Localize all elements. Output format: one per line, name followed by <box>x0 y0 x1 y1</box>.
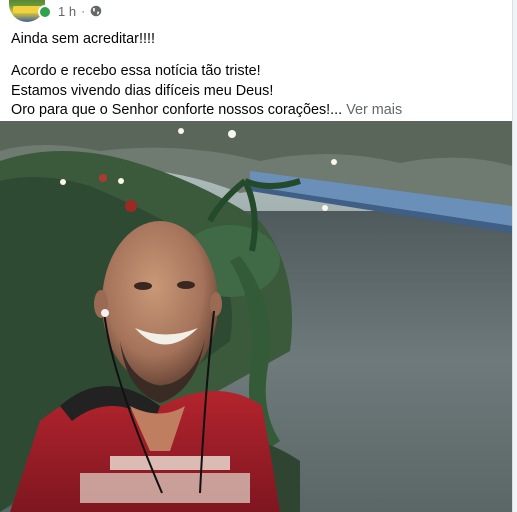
see-more-link[interactable]: Ver mais <box>346 102 402 118</box>
post-card: 1 h · Ainda sem acreditar!!!! Acordo e r… <box>0 0 512 512</box>
meta-separator: · <box>81 4 86 18</box>
post-text: Ainda sem acreditar!!!! Acordo e recebo … <box>11 30 501 121</box>
post-photo[interactable] <box>0 121 512 512</box>
avatar-band <box>13 6 41 13</box>
selfie-image <box>0 121 512 512</box>
post-line-1: Ainda sem acreditar!!!! <box>11 31 155 47</box>
online-status-icon <box>38 5 52 19</box>
feed-background <box>513 0 517 512</box>
post-timestamp[interactable]: 1 h <box>58 4 76 19</box>
profile-avatar[interactable] <box>9 0 52 24</box>
post-line-3: Estamos vivendo dias difíceis meu Deus! <box>11 82 274 99</box>
globe-icon[interactable] <box>90 5 102 17</box>
post-line-4-text: Oro para que o Senhor conforte nossos co… <box>11 102 343 119</box>
post-line-4: Oro para que o Senhor conforte nossos co… <box>11 101 501 120</box>
post-meta: 1 h · <box>58 3 102 19</box>
post-line-2: Acordo e recebo essa notícia tão triste! <box>11 63 261 80</box>
